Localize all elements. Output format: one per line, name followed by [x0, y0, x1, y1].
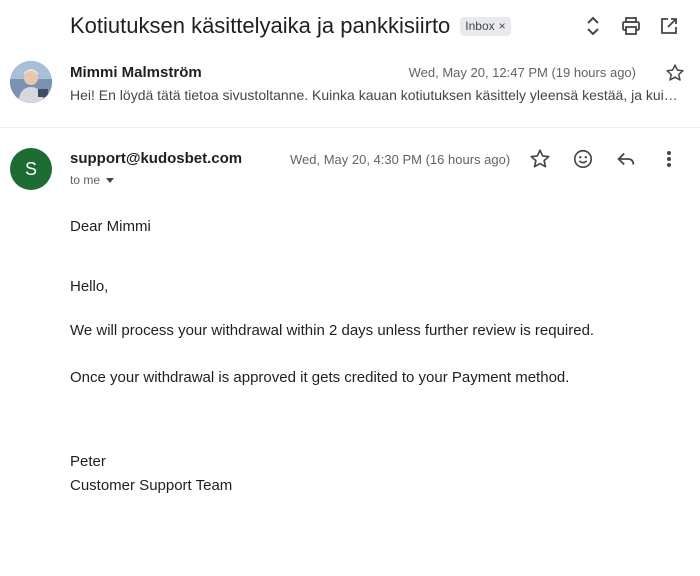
- collapsed-message-date: Wed, May 20, 12:47 PM (19 hours ago): [408, 65, 636, 80]
- expand-collapse-icon[interactable]: [574, 12, 612, 40]
- thread-header: Kotiutuksen käsittelyaika ja pankkisiirt…: [70, 10, 511, 42]
- star-icon[interactable]: [518, 145, 561, 173]
- collapsed-message[interactable]: Mimmi Malmström Wed, May 20, 12:47 PM (1…: [70, 60, 688, 110]
- recipient-details-toggle[interactable]: to me: [70, 173, 115, 187]
- signature-team: Customer Support Team: [70, 477, 233, 494]
- sender-avatar-letter: S: [24, 158, 37, 179]
- message-divider: [0, 127, 700, 128]
- message-date: Wed, May 20, 4:30 PM (16 hours ago): [290, 152, 511, 167]
- body-hello: Hello,: [70, 278, 109, 295]
- inbox-label-chip[interactable]: Inbox ×: [460, 16, 511, 36]
- recipient-label: to me: [70, 173, 101, 187]
- remove-label-button[interactable]: ×: [499, 19, 506, 33]
- message-actions: [518, 145, 690, 173]
- chevron-down-icon: [106, 177, 115, 183]
- print-icon[interactable]: [612, 12, 650, 40]
- body-paragraph-2: Once your withdrawal is approved it gets…: [70, 369, 570, 386]
- thread-subject: Kotiutuksen käsittelyaika ja pankkisiirt…: [70, 13, 451, 38]
- more-options-icon[interactable]: [647, 145, 690, 173]
- body-paragraph-1: We will process your withdrawal within 2…: [70, 322, 595, 339]
- collapsed-sender-name: Mimmi Malmström: [70, 64, 202, 81]
- star-icon[interactable]: [662, 60, 688, 86]
- sender-email[interactable]: support@kudosbet.com: [70, 150, 242, 167]
- sender-avatar[interactable]: S: [10, 148, 52, 190]
- body-greeting: Dear Mimmi: [70, 218, 151, 235]
- reply-icon[interactable]: [604, 145, 647, 173]
- signature-name: Peter: [70, 453, 106, 470]
- sender-avatar-photo[interactable]: [10, 61, 52, 103]
- collapsed-message-snippet: Hei! En löydä tätä tietoa sivustoltanne.…: [70, 87, 680, 103]
- emoji-reaction-icon[interactable]: [561, 145, 604, 173]
- thread-toolbar: [574, 12, 688, 40]
- open-in-new-window-icon[interactable]: [650, 12, 688, 40]
- inbox-label-text: Inbox: [465, 18, 495, 33]
